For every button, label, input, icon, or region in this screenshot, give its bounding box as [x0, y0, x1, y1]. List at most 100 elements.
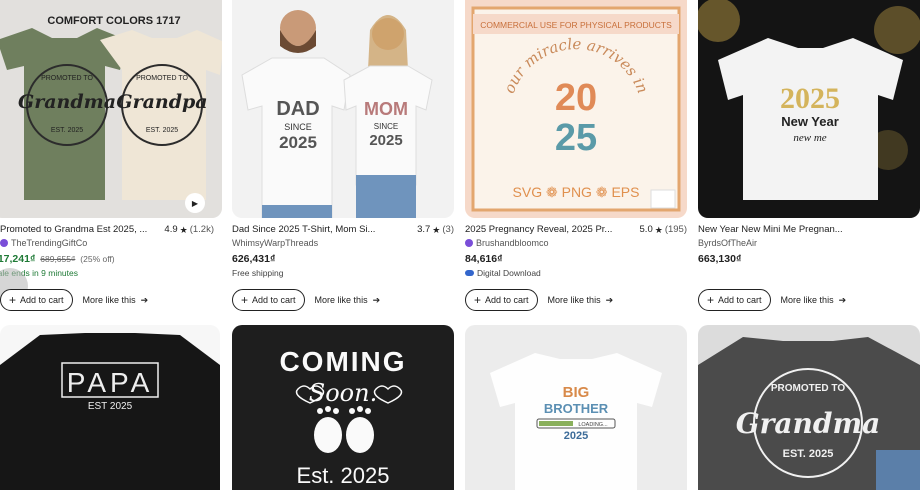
note-label: Digital Download — [477, 268, 541, 278]
arrow-right-icon: ➔ — [605, 294, 614, 305]
listing-title[interactable]: Dad Since 2025 T-Shirt, Mom Si... — [232, 224, 375, 236]
rating-value: 4.9 — [164, 224, 178, 235]
plus-icon: + — [9, 293, 17, 307]
more-like-this-link[interactable]: More like this ➔ — [548, 295, 614, 306]
listing-card[interactable]: 2025 New Year new me New Year New Mini M… — [698, 0, 920, 320]
discount-label: (25% off) — [80, 254, 115, 264]
arrow-right-icon: ➔ — [140, 294, 149, 305]
price-row: 517,241₫ 689,655₫ (25% off) — [0, 253, 115, 265]
listing-title[interactable]: New Year New Mini Me Pregnan... — [698, 224, 843, 236]
image-text: SINCE — [284, 122, 312, 132]
image-text: 2025 — [369, 132, 402, 149]
review-count: (195) — [664, 224, 687, 235]
listing-image[interactable]: PROMOTED TO Grandma EST. 2025 — [698, 325, 920, 490]
original-price: 689,655₫ — [40, 254, 76, 264]
image-text: Soon. — [309, 379, 377, 407]
image-text: SVG ❁ PNG ❁ EPS — [513, 184, 640, 200]
more-like-this-label: More like this — [314, 295, 368, 305]
shipping-note: Free shipping — [232, 268, 284, 278]
star-icon: ★ — [179, 225, 188, 235]
digital-download-note: Digital Download — [465, 268, 541, 278]
add-to-cart-button[interactable]: + Add to cart — [465, 289, 538, 311]
image-text: 2025 — [780, 82, 840, 115]
price-row: 663,130₫ — [698, 253, 741, 265]
shop-name[interactable]: Brushandbloomco — [476, 238, 549, 248]
shop-name[interactable]: ByrdsOfTheAir — [698, 238, 757, 248]
image-text: 20 — [555, 77, 597, 119]
shop-name[interactable]: TheTrendingGiftCo — [11, 238, 87, 248]
arrow-right-icon: ➔ — [838, 294, 847, 305]
image-text: 2025 — [564, 430, 588, 442]
price: 84,616₫ — [465, 253, 503, 265]
star-icon: ★ — [432, 225, 441, 235]
listing-image[interactable]: COMING Soon. Est. 2025 — [232, 325, 454, 490]
more-like-this-label: More like this — [780, 295, 834, 305]
shop-name-row[interactable]: WhimsyWarpThreads — [232, 238, 318, 248]
rating-value: 5.0 — [639, 224, 653, 235]
image-text: COMING — [279, 346, 406, 377]
shop-name-row[interactable]: Brushandbloomco — [465, 238, 549, 248]
more-like-this-label: More like this — [547, 295, 601, 305]
image-text: Est. 2025 — [297, 463, 390, 488]
listing-image[interactable]: BIG BROTHER LOADING... 2025 — [465, 325, 687, 490]
image-text: EST. 2025 — [51, 127, 83, 134]
more-like-this-link[interactable]: More like this ➔ — [83, 295, 149, 306]
add-to-cart-label: Add to cart — [718, 295, 762, 305]
shop-name-row[interactable]: ByrdsOfTheAir — [698, 238, 757, 248]
price-row: 626,431₫ — [232, 253, 275, 265]
listing-image[interactable]: PAPA EST 2025 — [0, 325, 220, 490]
listing-title[interactable]: Promoted to Grandma Est 2025, ... — [0, 224, 147, 236]
image-text: DAD — [276, 98, 319, 120]
play-icon[interactable]: ▶ — [185, 193, 205, 213]
image-text: EST. 2025 — [146, 127, 178, 134]
image-text: Grandma — [736, 407, 881, 440]
review-count: (1.2k) — [189, 224, 214, 235]
star-icon: ★ — [654, 225, 663, 235]
listing-card[interactable]: DAD SINCE 2025 MOM SINCE 2025 Dad Since … — [232, 0, 454, 320]
listing-card[interactable]: COMMERCIAL USE FOR PHYSICAL PRODUCTS our… — [465, 0, 687, 320]
listing-image[interactable]: COMFORT COLORS 1717 PROMOTED TO Grandma … — [0, 0, 222, 218]
rating: 3.7 ★ (3) — [417, 224, 454, 236]
add-to-cart-label: Add to cart — [485, 295, 529, 305]
plus-icon: + — [474, 293, 482, 307]
image-text: Grandpa — [116, 91, 207, 113]
image-text: 2025 — [279, 133, 317, 152]
listing-image[interactable]: COMMERCIAL USE FOR PHYSICAL PRODUCTS our… — [465, 0, 687, 218]
plus-icon: + — [241, 293, 249, 307]
rating-value: 3.7 — [417, 224, 431, 235]
image-text: 25 — [555, 117, 597, 159]
listing-card[interactable]: COMFORT COLORS 1717 PROMOTED TO Grandma … — [0, 0, 222, 320]
listing-image[interactable]: 2025 New Year new me — [698, 0, 920, 218]
price: 626,431₫ — [232, 253, 276, 265]
image-text: MOM — [364, 99, 408, 119]
image-text: PAPA — [67, 367, 154, 398]
shop-badge-icon — [465, 239, 473, 247]
more-like-this-link[interactable]: More like this ➔ — [315, 295, 381, 306]
plus-icon: + — [707, 293, 715, 307]
image-text: BIG — [563, 384, 590, 401]
add-to-cart-button[interactable]: + Add to cart — [0, 289, 73, 311]
price-row: 84,616₫ — [465, 253, 503, 265]
image-text: EST. 2025 — [783, 448, 834, 460]
listing-image[interactable]: DAD SINCE 2025 MOM SINCE 2025 — [232, 0, 454, 218]
add-to-cart-button[interactable]: + Add to cart — [232, 289, 305, 311]
shop-badge-icon — [0, 239, 8, 247]
image-text: BROTHER — [544, 401, 609, 416]
add-to-cart-button[interactable]: + Add to cart — [698, 289, 771, 311]
more-like-this-label: More like this — [82, 295, 136, 305]
image-text: PROMOTED TO — [771, 383, 845, 394]
image-text: SINCE — [374, 122, 398, 131]
image-text: PROMOTED TO — [41, 75, 93, 82]
listing-title[interactable]: 2025 Pregnancy Reveal, 2025 Pr... — [465, 224, 612, 236]
image-text: PROMOTED TO — [136, 75, 188, 82]
shop-name[interactable]: WhimsyWarpThreads — [232, 238, 318, 248]
more-like-this-link[interactable]: More like this ➔ — [781, 295, 847, 306]
image-text: new me — [793, 132, 826, 144]
image-text: New Year — [781, 114, 839, 129]
review-count: (3) — [442, 224, 454, 235]
image-text: Grandma — [18, 91, 116, 113]
add-to-cart-label: Add to cart — [252, 295, 296, 305]
image-text: COMFORT COLORS 1717 — [47, 15, 180, 27]
price: 663,130₫ — [698, 253, 742, 265]
shop-name-row[interactable]: TheTrendingGiftCo — [0, 238, 87, 248]
